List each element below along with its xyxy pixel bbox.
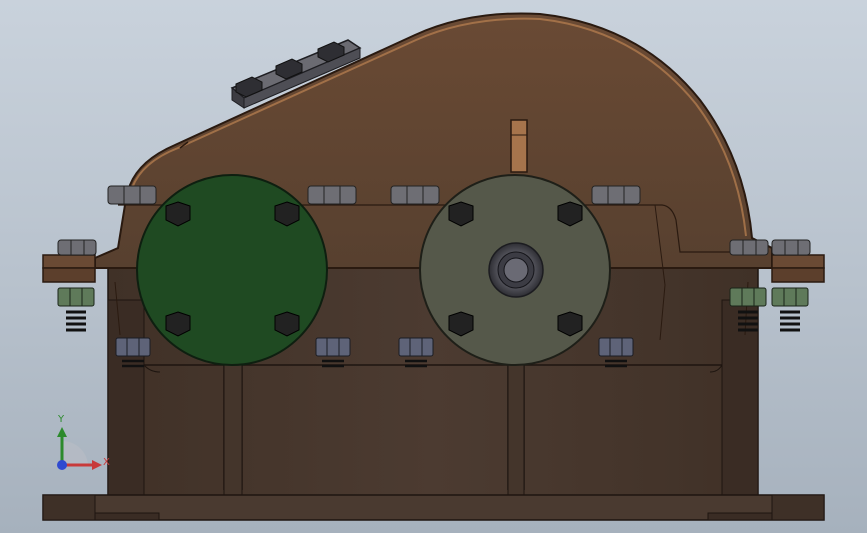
gearbox-model[interactable] xyxy=(0,0,867,533)
coordinate-triad: Y X xyxy=(40,405,120,485)
bearing-cap-right xyxy=(419,174,611,366)
axis-y-label: Y xyxy=(58,414,65,425)
base-foot xyxy=(42,494,825,521)
3d-viewport[interactable]: Y X xyxy=(0,0,867,533)
vent-plug xyxy=(510,119,528,173)
bearing-cap-left xyxy=(136,174,328,366)
triad-axes-icon xyxy=(57,427,102,470)
axis-x-label: X xyxy=(103,457,110,468)
